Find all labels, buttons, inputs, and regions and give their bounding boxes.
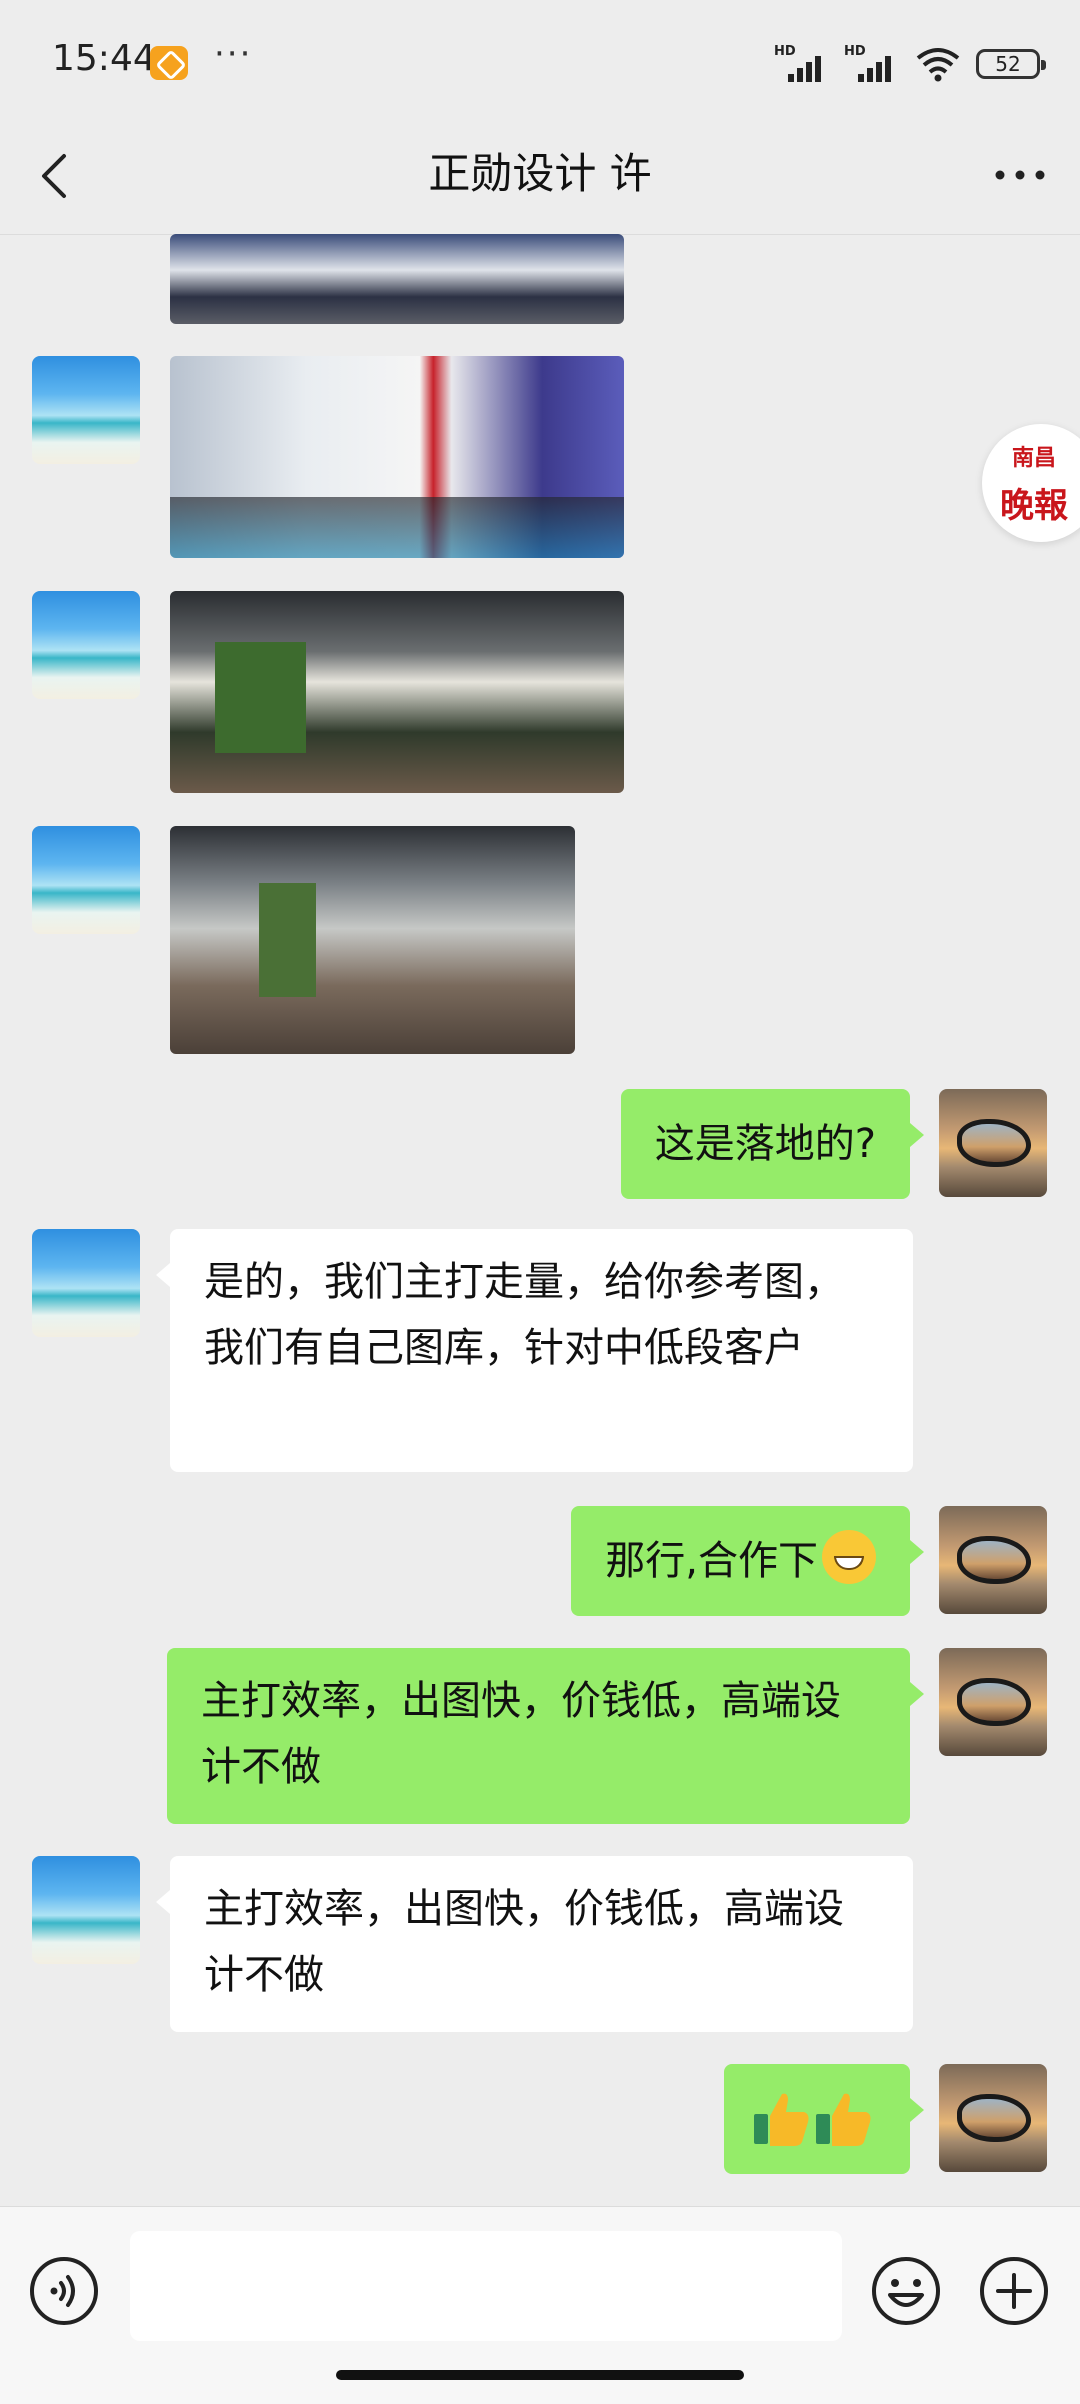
status-bar: 15:44 ··· HD HD 52 [0, 0, 1080, 120]
thumbs-up-icon [816, 2093, 871, 2146]
status-time: 15:44 [52, 38, 156, 79]
my-avatar[interactable] [939, 1648, 1047, 1756]
news-badge-line2: 晚報 [1000, 486, 1068, 526]
chat-title: 正勋设计 许 [428, 149, 652, 198]
incoming-message[interactable]: 是的，我们主打走量，给你参考图，我们有自己图库，针对中低段客户 [156, 1229, 913, 1472]
news-badge-line1: 南昌 [1012, 446, 1057, 471]
outgoing-message[interactable]: 那行,合作下 [571, 1506, 924, 1616]
outgoing-message[interactable]: 主打效率，出图快，价钱低，高端设计不做 [167, 1648, 924, 1824]
battery-icon: 52 [976, 49, 1046, 79]
wifi-icon [916, 48, 960, 82]
app-notification-icon [150, 46, 188, 80]
contact-avatar[interactable] [32, 356, 140, 464]
my-avatar[interactable] [939, 1506, 1047, 1614]
contact-avatar[interactable] [32, 1856, 140, 1964]
grin-icon [822, 1530, 876, 1584]
contact-avatar[interactable] [32, 591, 140, 699]
contact-avatar[interactable] [32, 1229, 140, 1337]
incoming-message[interactable]: 主打效率，出图快，价钱低，高端设计不做 [156, 1856, 913, 2032]
home-indicator[interactable] [336, 2370, 744, 2380]
outgoing-message[interactable] [724, 2064, 924, 2174]
message-text: 那行,合作下 [605, 1538, 818, 1584]
contact-avatar[interactable] [32, 826, 140, 934]
outgoing-message[interactable]: 这是落地的? [620, 1089, 925, 1199]
my-avatar[interactable] [939, 1089, 1047, 1197]
my-avatar[interactable] [939, 2064, 1047, 2172]
chat-image[interactable] [170, 826, 575, 1054]
plus-icon[interactable] [978, 2255, 1050, 2327]
message-list[interactable]: 这是落地的? 是的，我们主打走量，给你参考图，我们有自己图库，针对中低段客户 那… [0, 234, 1080, 2206]
thumbs-up-icon [754, 2093, 809, 2146]
more-options-icon[interactable] [990, 150, 1050, 200]
signal-icon-2: HD [844, 44, 900, 84]
chat-image[interactable] [170, 591, 624, 793]
message-input[interactable] [130, 2231, 842, 2341]
voice-input-icon[interactable] [28, 2255, 100, 2327]
chat-image[interactable] [170, 356, 624, 558]
chat-image[interactable] [170, 234, 624, 324]
status-more-icon: ··· [214, 34, 253, 74]
chat-header: 正勋设计 许 [0, 120, 1080, 235]
signal-icon: HD [774, 44, 830, 84]
emoji-icon[interactable] [870, 2255, 942, 2327]
